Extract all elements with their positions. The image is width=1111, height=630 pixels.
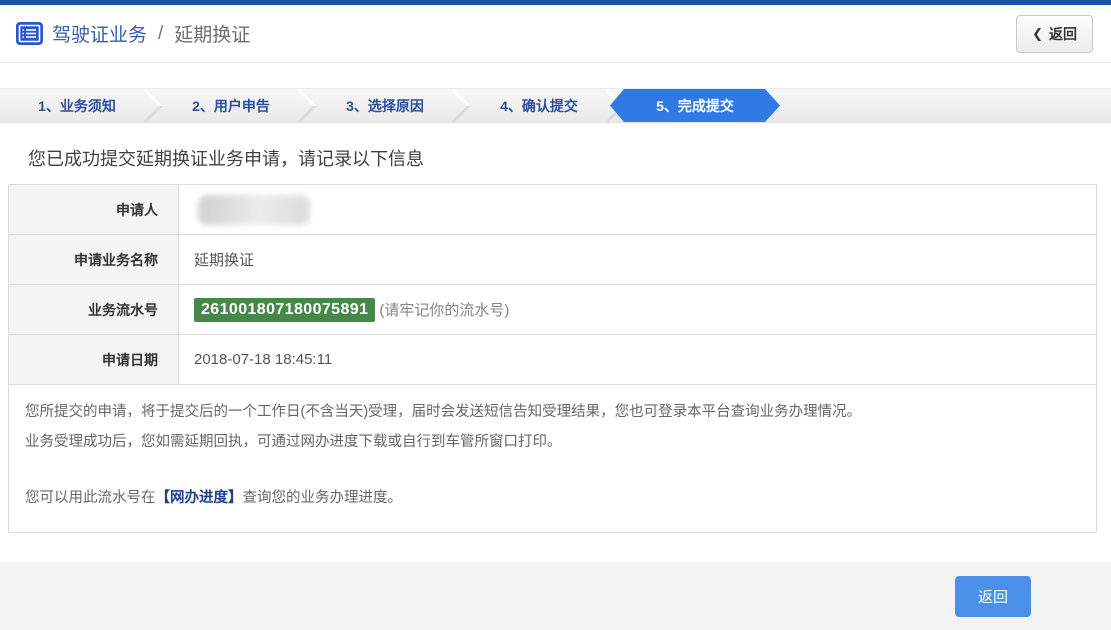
notes-section: 您所提交的申请，将于提交后的一个工作日(不含当天)受理，届时会发送短信告知受理结… bbox=[9, 385, 1096, 532]
step-1-business-notice[interactable]: 1、业务须知 bbox=[0, 89, 154, 122]
table-row-apply-date: 申请日期 2018-07-18 18:45:11 bbox=[9, 335, 1096, 385]
footer-action-bar: 返回 bbox=[0, 562, 1111, 630]
table-row-business-name: 申请业务名称 延期换证 bbox=[9, 235, 1096, 285]
row-label: 申请人 bbox=[9, 185, 179, 234]
serial-number-badge: 261001807180075891 bbox=[194, 298, 375, 322]
row-value bbox=[179, 185, 1096, 234]
page-header: 驾驶证业务 / 延期换证 ❮ 返回 bbox=[0, 5, 1111, 63]
row-label: 业务流水号 bbox=[9, 285, 179, 334]
row-value: 延期换证 bbox=[179, 235, 1096, 284]
list-icon bbox=[16, 22, 43, 45]
breadcrumb-separator: / bbox=[158, 23, 163, 45]
row-label: 申请日期 bbox=[9, 335, 179, 384]
note-line-3: 您可以用此流水号在【网办进度】查询您的业务办理进度。 bbox=[25, 484, 1080, 514]
step-2-user-declaration[interactable]: 2、用户申告 bbox=[154, 89, 308, 122]
table-row-serial-number: 业务流水号 261001807180075891 (请牢记你的流水号) bbox=[9, 285, 1096, 335]
header-back-button[interactable]: ❮ 返回 bbox=[1016, 15, 1093, 53]
note-line-3-prefix: 您可以用此流水号在 bbox=[25, 490, 156, 506]
wizard-steps: 1、业务须知 2、用户申告 3、选择原因 4、确认提交 5、完成提交 bbox=[0, 88, 1111, 123]
result-panel: 申请人 申请业务名称 延期换证 业务流水号 261001807180075891… bbox=[8, 184, 1097, 533]
step-3-select-reason[interactable]: 3、选择原因 bbox=[308, 89, 462, 122]
redacted-applicant-name bbox=[198, 195, 310, 225]
step-4-confirm-submit[interactable]: 4、确认提交 bbox=[462, 89, 616, 122]
note-line-1: 您所提交的申请，将于提交后的一个工作日(不含当天)受理，届时会发送短信告知受理结… bbox=[25, 398, 1080, 428]
table-row-applicant: 申请人 bbox=[9, 185, 1096, 235]
page-title-category: 驾驶证业务 bbox=[52, 20, 147, 47]
header-back-label: 返回 bbox=[1049, 24, 1077, 44]
serial-number-note: (请牢记你的流水号) bbox=[379, 299, 509, 320]
row-label: 申请业务名称 bbox=[9, 235, 179, 284]
page-title-current: 延期换证 bbox=[174, 20, 250, 47]
success-message: 您已成功提交延期换证业务申请，请记录以下信息 bbox=[28, 145, 1111, 171]
row-value: 261001807180075891 (请牢记你的流水号) bbox=[179, 285, 1096, 334]
note-line-3-suffix: 查询您的业务办理进度。 bbox=[243, 490, 403, 506]
step-5-complete-submit[interactable]: 5、完成提交 bbox=[610, 89, 780, 122]
note-line-2: 业务受理成功后，您如需延期回执，可通过网办进度下载或自行到车管所窗口打印。 bbox=[25, 428, 1080, 458]
row-value: 2018-07-18 18:45:11 bbox=[179, 335, 1096, 384]
footer-back-button[interactable]: 返回 bbox=[955, 576, 1031, 617]
chevron-left-icon: ❮ bbox=[1032, 26, 1043, 42]
progress-menu-reference: 【网办进度】 bbox=[156, 490, 243, 506]
breadcrumb: 驾驶证业务 / 延期换证 bbox=[16, 20, 250, 47]
